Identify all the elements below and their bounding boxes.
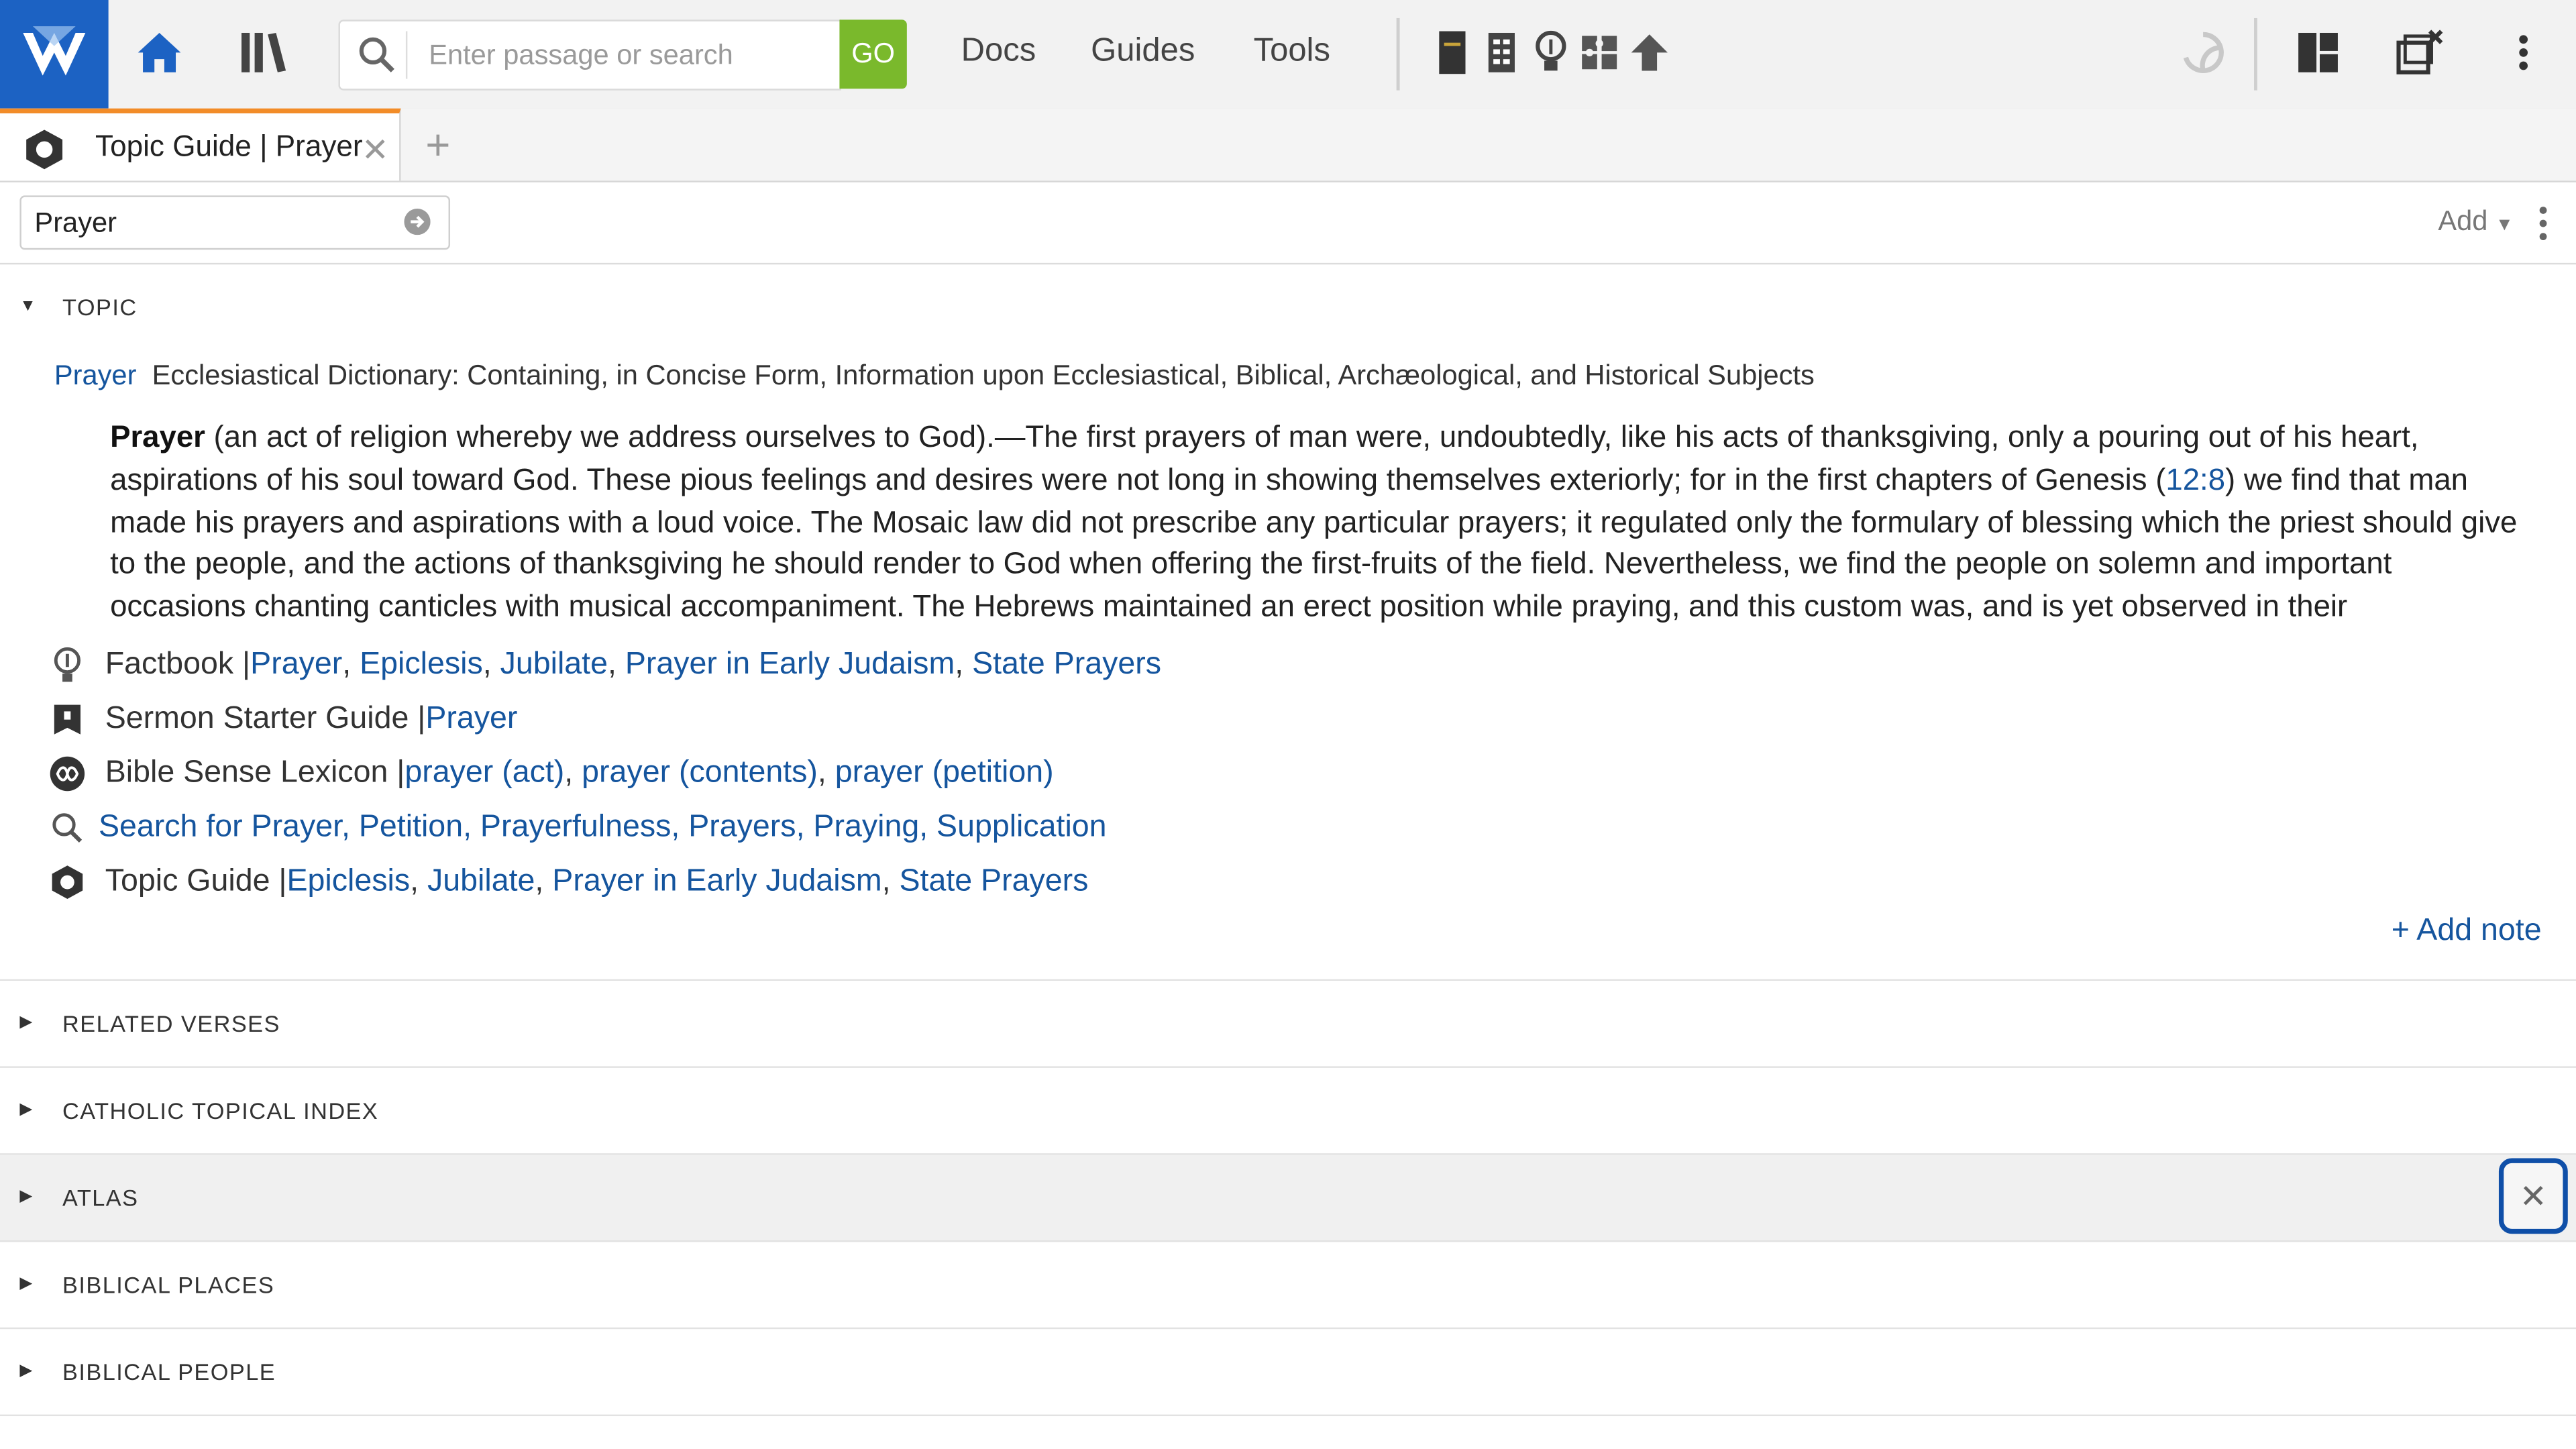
lexicon-link[interactable]: prayer (act)	[405, 756, 564, 792]
sermon-link[interactable]: Prayer	[425, 702, 517, 738]
section-catholic-topical-index[interactable]: ▶ CATHOLIC TOPICAL INDEX	[0, 1068, 2576, 1155]
section-title: RELATED VERSES	[62, 1010, 280, 1037]
section-biblical-places[interactable]: ▶ BIBLICAL PLACES	[0, 1242, 2576, 1330]
tools-menu[interactable]: Tools	[1254, 33, 1330, 70]
factbook-link[interactable]: Epiclesis	[360, 647, 483, 684]
lexicon-label: Bible Sense Lexicon |	[105, 755, 405, 790]
guide-content: ▼ TOPIC Prayer Ecclesiastical Dictionary…	[0, 264, 2576, 1417]
tab-title: Topic Guide | Prayer	[95, 129, 363, 163]
article-headword: Prayer	[110, 419, 205, 453]
topic-section-header[interactable]: ▼ TOPIC	[0, 264, 2576, 350]
dictionary-entry: Prayer Ecclesiastical Dictionary: Contai…	[54, 360, 1815, 392]
topic-guide-label: Topic Guide |	[105, 864, 287, 899]
section-title: CATHOLIC TOPICAL INDEX	[62, 1097, 379, 1124]
factbook-link[interactable]: Prayer	[250, 647, 342, 684]
panel-menu-icon[interactable]	[2530, 205, 2556, 241]
go-arrow-icon[interactable]	[404, 209, 431, 235]
factbook-row: Factbook | Prayer, Epiclesis, Jubilate, …	[49, 647, 1161, 684]
add-note-button[interactable]: + Add note	[2392, 914, 2542, 950]
section-title: TOPIC	[62, 294, 138, 321]
headword-link[interactable]: Prayer	[54, 360, 137, 391]
toolbar-divider	[1396, 17, 1400, 91]
go-button[interactable]: GO	[839, 19, 907, 89]
caret-right-icon: ▶	[19, 1100, 33, 1119]
guides-menu[interactable]: Guides	[1091, 33, 1195, 70]
topic-guide-row: Topic Guide | Epiclesis, Jubilate, Praye…	[49, 864, 1088, 900]
factbook-icon	[49, 647, 85, 684]
factbook-link[interactable]: Jubilate	[500, 647, 608, 684]
factbook-link[interactable]: State Prayers	[972, 647, 1161, 684]
topic-section: ▼ TOPIC Prayer Ecclesiastical Dictionary…	[0, 264, 2576, 981]
topic-guide-icon	[25, 128, 64, 171]
article-text: Prayer (an act of religion whereby we ad…	[110, 416, 2525, 629]
toolbar-divider-2	[2254, 17, 2257, 91]
lexicon-row: Bible Sense Lexicon | prayer (act), pray…	[49, 755, 1054, 792]
section-title: ATLAS	[62, 1184, 139, 1211]
lexicon-link[interactable]: prayer (contents)	[582, 756, 818, 792]
search-row: Search for Prayer, Petition, Prayerfulne…	[49, 810, 1107, 846]
tab-close-icon[interactable]: ✕	[362, 129, 389, 170]
lightbulb-icon[interactable]	[1531, 30, 1570, 76]
sync-icon[interactable]	[2178, 30, 2227, 76]
topic-guide-icon	[49, 864, 85, 900]
sermon-starter-row: Sermon Starter Guide | Prayer	[49, 702, 517, 738]
caret-right-icon: ▶	[19, 1275, 33, 1293]
upload-arrow-icon[interactable]	[1629, 30, 1669, 76]
tab-strip: Topic Guide | Prayer ✕ +	[0, 108, 2576, 182]
search-divider	[405, 31, 408, 79]
topic-guide-link[interactable]: Prayer in Early Judaism	[552, 864, 881, 900]
factbook-label: Factbook |	[105, 647, 251, 682]
puzzle-icon[interactable]	[1580, 30, 1620, 76]
library-icon[interactable]	[233, 23, 292, 82]
remove-section-close-button[interactable]: ✕	[2498, 1158, 2568, 1234]
verse-reference-link[interactable]: 12:8	[2165, 462, 2225, 496]
add-label: Add	[2438, 205, 2488, 237]
layouts-icon[interactable]	[2295, 30, 2341, 76]
docs-menu[interactable]: Docs	[961, 33, 1036, 70]
more-options-icon[interactable]	[2507, 30, 2540, 76]
topic-field	[19, 195, 451, 250]
search-input[interactable]	[425, 31, 826, 81]
top-toolbar: GO Docs Guides Tools	[0, 0, 2576, 111]
sermon-guide-icon	[49, 702, 85, 738]
logos-logo-icon[interactable]	[0, 0, 109, 109]
source-title: Ecclesiastical Dictionary: Containing, i…	[152, 360, 1815, 391]
article-part1: (an act of religion whereby we address o…	[110, 419, 2419, 496]
document-list-icon[interactable]	[1482, 30, 1521, 76]
caret-right-icon: ▶	[19, 1014, 33, 1032]
section-title: BIBLICAL PEOPLE	[62, 1358, 276, 1385]
chevron-down-icon: ▼	[2495, 215, 2514, 235]
section-related-verses[interactable]: ▶ RELATED VERSES	[0, 981, 2576, 1068]
caret-right-icon: ▶	[19, 1362, 33, 1381]
caret-right-icon: ▶	[19, 1187, 33, 1206]
search-icon	[356, 34, 396, 74]
caret-down-icon: ▼	[19, 297, 36, 316]
search-icon	[49, 810, 85, 846]
lexicon-link[interactable]: prayer (petition)	[835, 756, 1054, 792]
tab-topic-guide[interactable]: Topic Guide | Prayer ✕	[0, 108, 401, 181]
search-for-link[interactable]: Search for Prayer, Petition, Prayerfulne…	[99, 810, 1107, 846]
book-icon[interactable]	[1433, 30, 1472, 76]
section-title: BIBLICAL PLACES	[62, 1271, 275, 1298]
home-icon[interactable]	[131, 23, 187, 82]
add-dropdown[interactable]: Add ▼	[2438, 205, 2513, 238]
topic-input[interactable]	[31, 202, 400, 245]
search-box	[338, 19, 841, 91]
section-biblical-people[interactable]: ▶ BIBLICAL PEOPLE	[0, 1329, 2576, 1417]
bible-sense-lexicon-icon	[49, 756, 85, 792]
section-atlas[interactable]: ▶ ATLAS ✕	[0, 1155, 2576, 1242]
factbook-link[interactable]: Prayer in Early Judaism	[625, 647, 955, 684]
topic-guide-link[interactable]: State Prayers	[899, 864, 1088, 900]
topic-guide-link[interactable]: Jubilate	[427, 864, 535, 900]
close-panels-icon[interactable]	[2396, 30, 2445, 76]
panel-header: Add ▼	[0, 182, 2576, 265]
new-tab-button[interactable]: +	[425, 120, 450, 171]
topic-guide-link[interactable]: Epiclesis	[287, 864, 411, 900]
sermon-label: Sermon Starter Guide |	[105, 701, 426, 737]
